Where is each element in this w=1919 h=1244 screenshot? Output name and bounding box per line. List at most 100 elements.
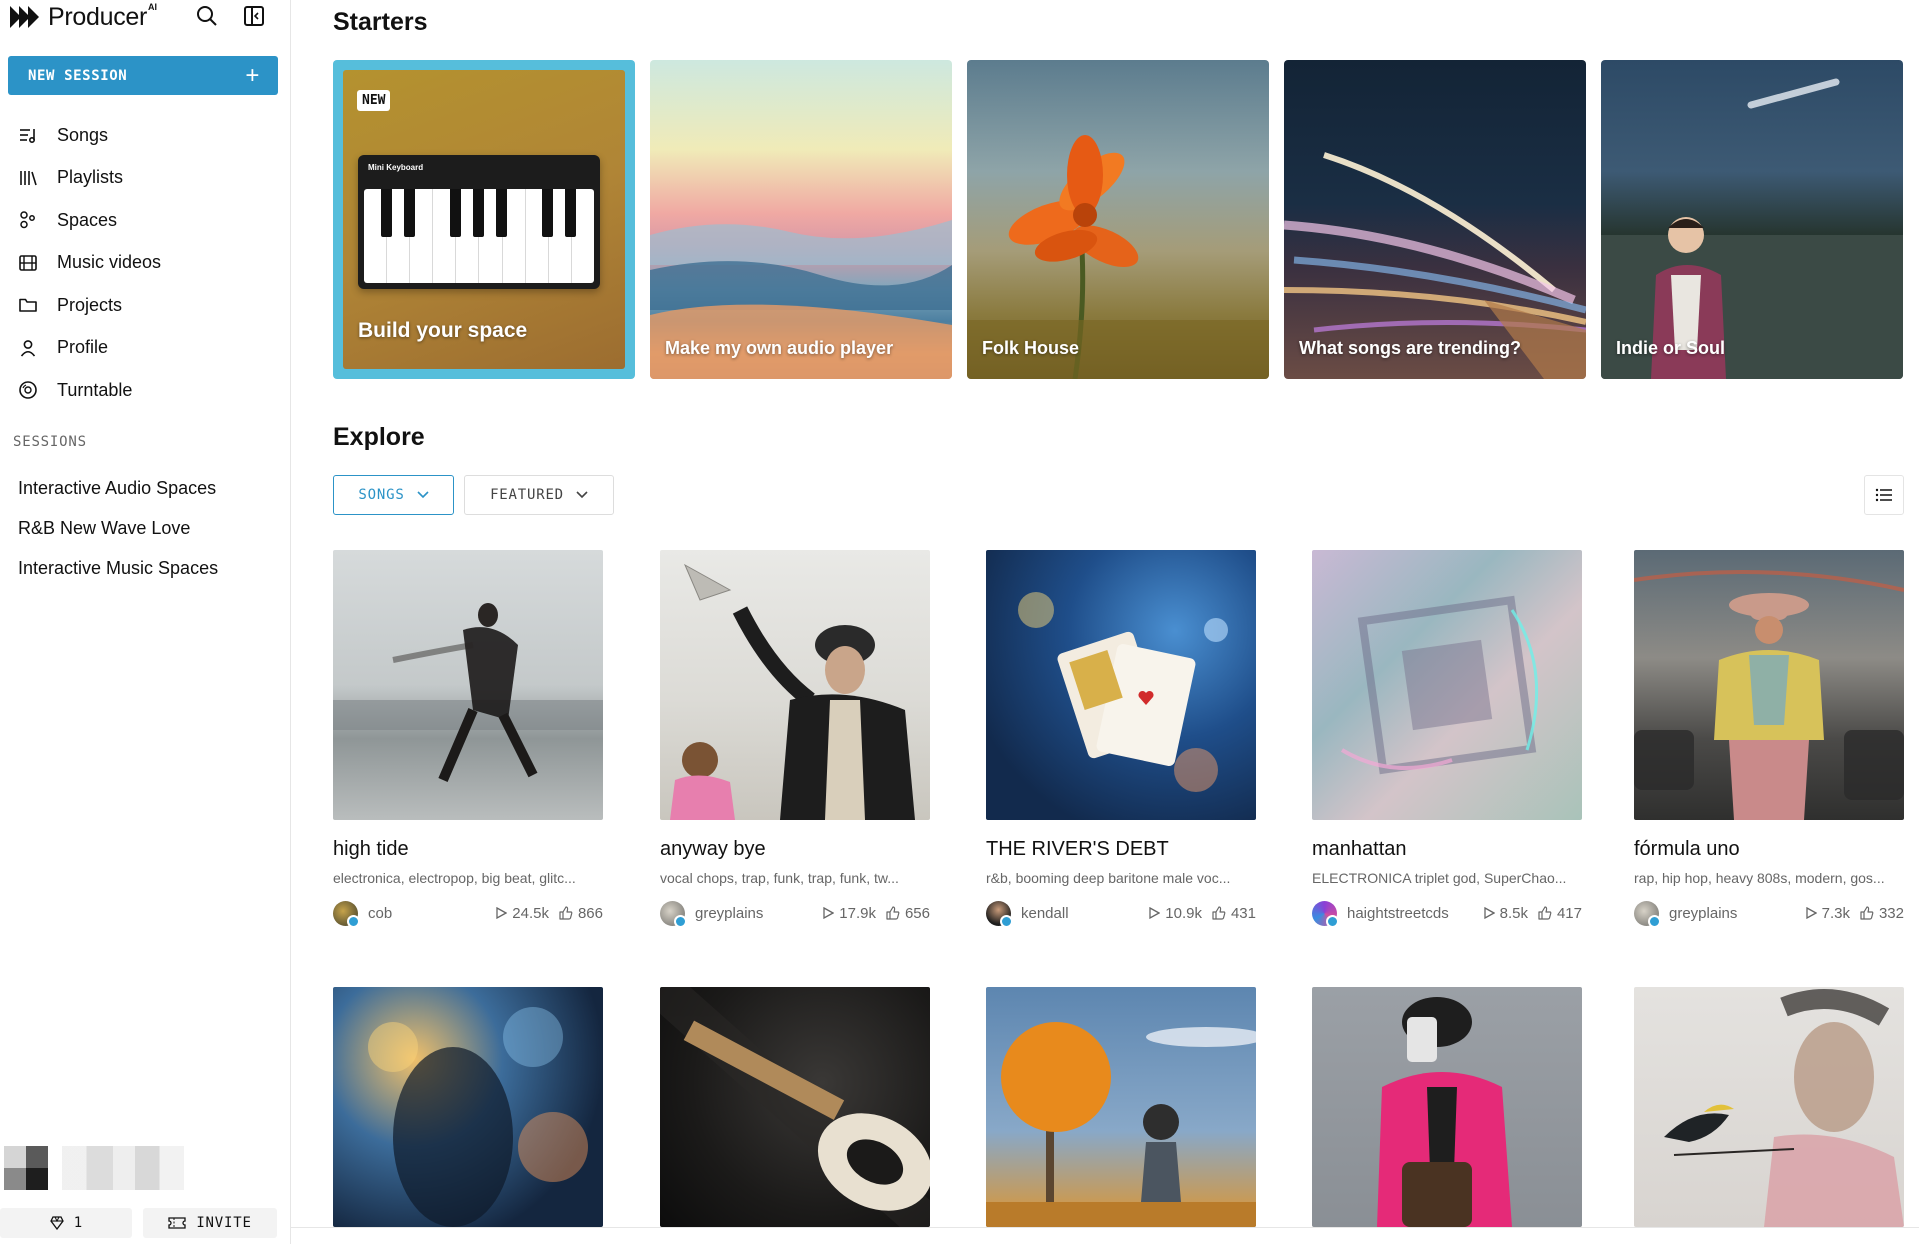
sidebar-item-spaces[interactable]: Spaces xyxy=(0,199,290,242)
starter-card-build-space[interactable]: NEW Mini Keyboard Build your space xyxy=(333,60,635,379)
likes-value: 431 xyxy=(1230,904,1256,922)
racing-fashion-image xyxy=(1634,570,1904,820)
starter-label: Indie or Soul xyxy=(1616,338,1726,358)
song-meta: kendall 10.9k 431 xyxy=(986,900,1256,928)
song-thumbnail[interactable] xyxy=(660,987,930,1227)
play-icon xyxy=(1483,907,1495,919)
bokeh-couple-image xyxy=(368,1007,588,1227)
song-card[interactable]: anyway bye vocal chops, trap, funk, trap… xyxy=(660,550,930,928)
folder-icon xyxy=(19,298,37,313)
new-session-button[interactable]: NEW SESSION + xyxy=(8,56,278,95)
author-name[interactable]: greyplains xyxy=(1669,905,1796,922)
starter-card-folk-house[interactable]: Folk House xyxy=(967,60,1269,379)
likes-count[interactable]: 656 xyxy=(886,905,930,922)
sidebar-item-music-videos[interactable]: Music videos xyxy=(0,242,290,285)
songs-filter-dropdown[interactable]: SONGS xyxy=(333,475,454,515)
author-avatar[interactable] xyxy=(1634,900,1661,928)
sidebar-item-label: Playlists xyxy=(57,167,124,188)
song-tags: vocal chops, trap, funk, trap, funk, tw.… xyxy=(660,870,899,886)
song-title[interactable]: manhattan xyxy=(1312,838,1582,861)
author-avatar[interactable] xyxy=(660,900,687,928)
avatar[interactable] xyxy=(4,1146,48,1190)
chevron-down-icon xyxy=(576,491,588,499)
likes-count[interactable]: 332 xyxy=(1860,905,1904,922)
author-name[interactable]: cob xyxy=(368,905,486,922)
sidebar-item-profile[interactable]: Profile xyxy=(0,327,290,370)
figure-image xyxy=(333,603,603,782)
plays-count: 7.3k xyxy=(1805,905,1850,922)
starter-label: Folk House xyxy=(982,338,1080,358)
starter-label: Build your space xyxy=(358,319,528,342)
song-thumbnail[interactable] xyxy=(1312,987,1582,1227)
gems-counter[interactable]: 1 xyxy=(0,1208,132,1238)
sessions-list: Interactive Audio Spaces R&B New Wave Lo… xyxy=(18,468,218,588)
keyboard-title: Mini Keyboard xyxy=(368,163,424,172)
sidebar-item-playlists[interactable]: Playlists xyxy=(0,157,290,200)
song-tags: electronica, electropop, big beat, glitc… xyxy=(333,870,576,886)
song-thumbnail[interactable] xyxy=(986,987,1256,1227)
flower-image xyxy=(967,135,1269,379)
likes-count[interactable]: 417 xyxy=(1538,905,1582,922)
starter-label: What songs are trending? xyxy=(1299,338,1522,358)
gems-count: 1 xyxy=(73,1215,83,1231)
starter-card-indie-soul[interactable]: Indie or Soul xyxy=(1601,60,1903,379)
plays-value: 17.9k xyxy=(839,904,876,922)
author-avatar[interactable] xyxy=(333,900,360,928)
session-item[interactable]: Interactive Music Spaces xyxy=(18,548,218,588)
song-card[interactable]: manhattan ELECTRONICA triplet god, Super… xyxy=(1312,550,1582,928)
sidebar-item-label: Profile xyxy=(57,337,109,358)
brand[interactable]: Producer AI xyxy=(10,2,157,32)
piano-keys xyxy=(364,189,594,283)
songs-icon xyxy=(20,129,36,144)
song-title[interactable]: anyway bye xyxy=(660,838,930,861)
song-tags: r&b, booming deep baritone male voc... xyxy=(986,870,1231,886)
sidebar-item-turntable[interactable]: Turntable xyxy=(0,369,290,412)
session-item[interactable]: R&B New Wave Love xyxy=(18,508,218,548)
brand-suffix: AI xyxy=(148,2,158,12)
plays-count: 24.5k xyxy=(496,905,549,922)
song-card[interactable]: THE RIVER'S DEBT r&b, booming deep barit… xyxy=(986,550,1256,928)
invite-button[interactable]: INVITE xyxy=(143,1208,277,1238)
author-avatar[interactable] xyxy=(1312,900,1339,928)
starter-card-trending[interactable]: What songs are trending? xyxy=(1284,60,1586,379)
song-tags: ELECTRONICA triplet god, SuperChao... xyxy=(1312,870,1567,886)
explore-heading: Explore xyxy=(333,423,425,451)
featured-filter-dropdown[interactable]: FEATURED xyxy=(464,475,614,515)
starter-label: Make my own audio player xyxy=(665,338,894,358)
song-title[interactable]: THE RIVER'S DEBT xyxy=(986,838,1256,861)
fashion-selfie-image xyxy=(1377,997,1512,1227)
likes-value: 332 xyxy=(1878,904,1904,922)
filter-label: FEATURED xyxy=(490,487,564,503)
author-name[interactable]: haightstreetcds xyxy=(1347,905,1474,922)
likes-count[interactable]: 431 xyxy=(1212,905,1256,922)
song-thumbnail[interactable] xyxy=(660,550,930,820)
cards-image xyxy=(1018,592,1228,792)
song-title[interactable]: fórmula uno xyxy=(1634,838,1904,861)
song-card[interactable]: fórmula uno rap, hip hop, heavy 808s, mo… xyxy=(1634,550,1904,928)
author-name[interactable]: kendall xyxy=(1021,905,1139,922)
starter-card-audio-player[interactable]: Make my own audio player xyxy=(650,60,952,379)
song-thumbnail[interactable] xyxy=(333,987,603,1227)
sidebar-item-projects[interactable]: Projects xyxy=(0,284,290,327)
song-thumbnail[interactable] xyxy=(333,550,603,820)
song-thumbnail[interactable] xyxy=(1634,550,1904,820)
list-icon xyxy=(1875,488,1892,502)
likes-count[interactable]: 866 xyxy=(559,905,603,922)
song-thumbnail[interactable] xyxy=(986,550,1256,820)
list-view-toggle[interactable] xyxy=(1864,475,1904,515)
plays-count: 8.5k xyxy=(1483,905,1528,922)
author-avatar[interactable] xyxy=(986,900,1013,928)
song-thumbnail[interactable] xyxy=(1634,987,1904,1227)
user-name-blurred[interactable] xyxy=(62,1146,184,1190)
session-item[interactable]: Interactive Audio Spaces xyxy=(18,468,218,508)
author-name[interactable]: greyplains xyxy=(695,905,813,922)
song-thumbnail[interactable] xyxy=(1312,550,1582,820)
likes-value: 656 xyxy=(904,904,930,922)
collapse-sidebar-icon[interactable] xyxy=(240,2,268,30)
chevron-down-icon xyxy=(417,491,429,499)
song-title[interactable]: high tide xyxy=(333,838,603,861)
search-icon[interactable] xyxy=(193,2,221,30)
song-card[interactable]: high tide electronica, electropop, big b… xyxy=(333,550,603,928)
sidebar-item-songs[interactable]: Songs xyxy=(0,114,290,157)
turntable-icon xyxy=(19,381,37,400)
